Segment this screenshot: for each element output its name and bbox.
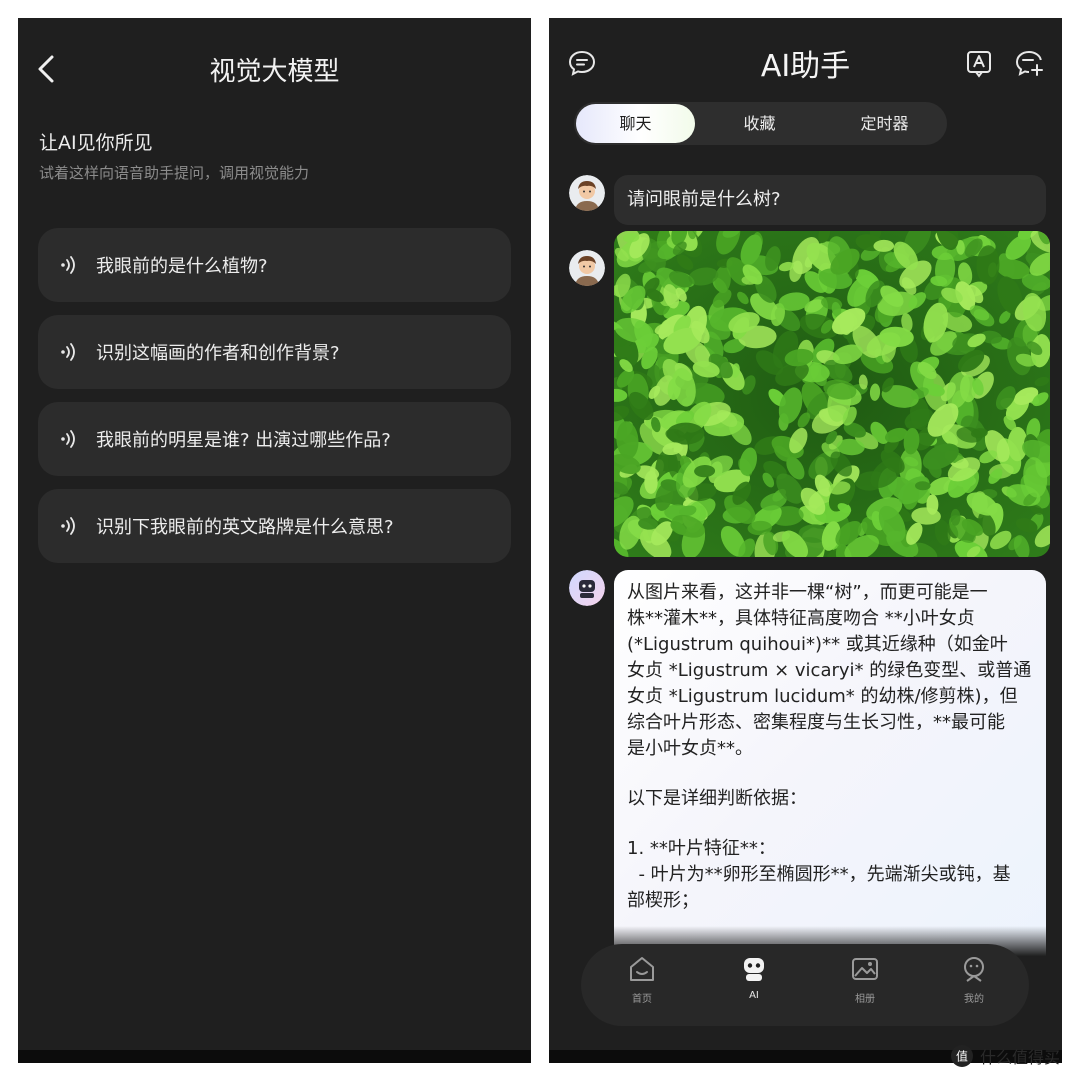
prompt-card[interactable]: 识别下我眼前的英文路牌是什么意思? [38,489,511,563]
ai-response-line: 女贞 *Ligustrum × vicaryi* 的绿色变型、或普通 [627,660,1032,681]
nav-label: 相册 [855,994,875,1005]
tab-timer[interactable]: 定时器 [822,102,947,145]
nav-profile[interactable]: 我的 [939,954,1009,1005]
user-message-bubble: 请问眼前是什么树? [614,175,1046,225]
ai-response-line: 女贞 *Ligustrum lucidum* 的幼株/修剪株)，但 [627,686,1018,707]
prompt-card[interactable]: 我眼前的是什么植物? [38,228,511,302]
translate-icon[interactable] [964,48,994,78]
nav-label: 我的 [964,994,984,1005]
nav-label: 首页 [632,994,652,1005]
profile-icon [964,957,984,982]
ai-response-line: 是小叶女贞**。 [627,738,753,759]
system-bottom-bar [18,1050,531,1063]
plant-photo[interactable] [614,231,1050,557]
tab-favorites[interactable]: 收藏 [697,102,822,145]
intro-subtitle: 试着这样向语音助手提问，调用视觉能力 [39,164,310,182]
voice-wave-icon [61,517,75,535]
prompt-text: 我眼前的是什么植物? [96,256,268,277]
ai-response-line: 株**灌木**，具体特征高度吻合 **小叶女贞 [627,608,975,629]
watermark-logo: 值 [951,1045,973,1067]
watermark-text: 什么值得买 [980,1048,1061,1067]
tab-chat[interactable]: 聊天 [576,104,695,143]
ai-response-bubble: 从图片来看，这并非一棵“树”，而更可能是一 株**灌木**，具体特征高度吻合 *… [614,570,1046,970]
robot-icon [744,958,764,981]
ai-response-line: 1. **叶片特征**： [627,838,776,859]
nav-ai[interactable]: AI [719,954,789,1001]
ai-response-line: 以下是详细判断依据： [627,788,807,809]
nav-home[interactable]: 首页 [607,954,677,1005]
tab-bar: 聊天 收藏 定时器 [574,102,947,145]
left-screen: 视觉大模型 让AI见你所见 试着这样向语音助手提问，调用视觉能力 我眼前的是什么… [18,18,531,1063]
voice-wave-icon [61,343,75,361]
page-title: 视觉大模型 [209,57,340,87]
new-chat-icon[interactable] [1014,48,1044,78]
ai-response-line: (*Ligustrum quihoui*)** 或其近缘种（如金叶 [627,634,1008,655]
svg-text:值: 值 [956,1049,968,1064]
watermark: 值 什么值得买 [950,1044,1060,1068]
user-avatar[interactable] [569,175,605,211]
ai-assistant-avatar [569,570,605,606]
prompt-text: 识别下我眼前的英文路牌是什么意思? [96,517,394,538]
ai-response-line: 综合叶片形态、密集程度与生长习性，**最可能 [627,712,1005,733]
voice-wave-icon [61,430,75,448]
gallery-icon [852,958,878,980]
prompt-text: 识别这幅画的作者和创作背景? [96,343,340,364]
voice-wave-icon [61,256,75,274]
ai-response-line: 从图片来看，这并非一棵“树”，而更可能是一 [627,582,988,603]
ai-response-line: - 叶片为**卵形至椭圆形**，先端渐尖或钝，基 [627,864,1011,885]
nav-label: AI [749,990,759,1001]
user-avatar[interactable] [569,250,605,286]
prompt-text: 我眼前的明星是谁? 出演过哪些作品? [96,430,391,451]
ai-response-line: 部楔形； [627,890,699,911]
home-icon [630,957,654,981]
prompt-card[interactable]: 我眼前的明星是谁? 出演过哪些作品? [38,402,511,476]
nav-gallery[interactable]: 相册 [830,954,900,1005]
bottom-navigation: 首页 AI 相册 我的 [581,944,1029,1026]
prompt-card[interactable]: 识别这幅画的作者和创作背景? [38,315,511,389]
intro-heading: 让AI见你所见 [39,132,153,154]
right-screen: AI助手 聊天 收藏 定时器 请问眼前是什么树? 从图片来看，这并非一棵“树”，… [549,18,1062,1063]
